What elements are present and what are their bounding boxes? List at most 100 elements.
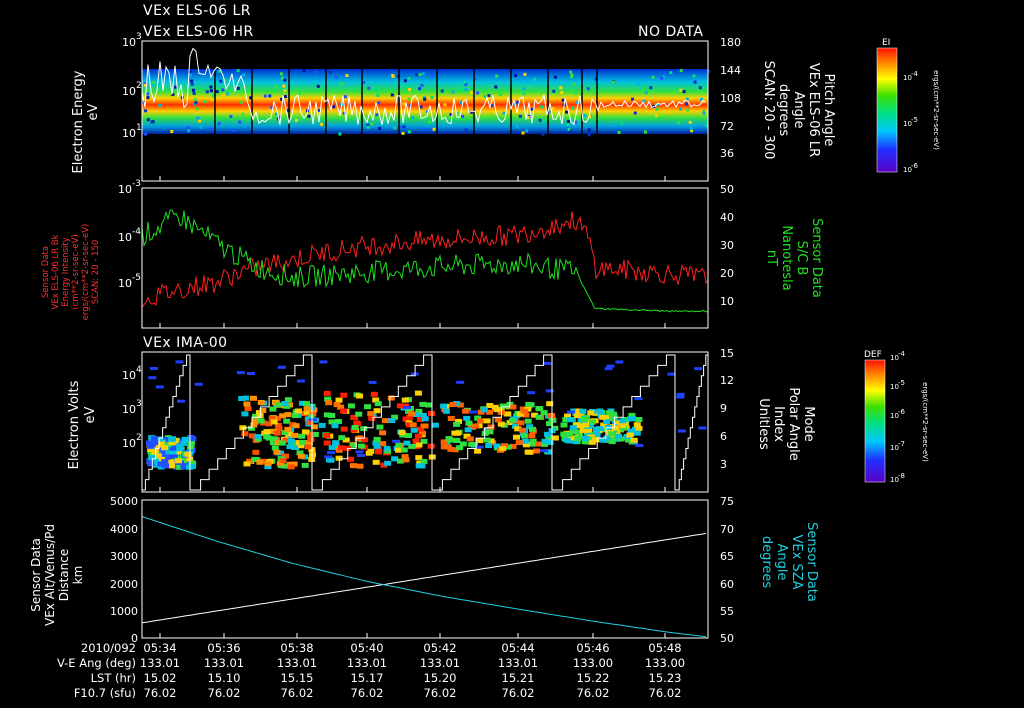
p3-rlabel4: Unitless <box>756 398 771 450</box>
ion-flux-cell <box>635 444 644 447</box>
speckle <box>314 70 318 74</box>
speckle <box>421 72 425 76</box>
ion-flux-cell <box>257 400 265 405</box>
ion-flux-cell <box>151 440 159 446</box>
speckle <box>186 126 190 130</box>
speckle <box>570 75 573 79</box>
speckle <box>411 116 415 120</box>
p4-rtick-0: 75 <box>720 495 734 508</box>
ion-flux-cell <box>308 418 317 422</box>
p1-rlabel5: SCAN: 20 - 300 <box>761 61 776 160</box>
cbar1-exp-0: -4 <box>911 70 919 78</box>
ion-flux-cell <box>407 411 415 417</box>
footer-times-6: 05:46 <box>576 641 609 655</box>
ion-flux-cell <box>526 449 534 455</box>
speckle <box>283 78 287 82</box>
ion-flux-cell <box>340 408 348 414</box>
speckle <box>298 91 302 95</box>
ion-flux-cell <box>524 418 532 424</box>
ion-flux-cell <box>529 426 536 432</box>
p4-ltick-1: 4000 <box>110 523 138 536</box>
p4-rtick-5: 50 <box>720 632 734 645</box>
ion-flux-cell <box>290 432 298 438</box>
ion-flux-cell <box>176 446 184 452</box>
speckle <box>698 86 702 90</box>
ion-flux-cell <box>615 433 623 439</box>
intensity-and-bfield-plot <box>141 187 709 329</box>
speckle <box>487 94 491 97</box>
ion-flux-cell <box>414 433 422 439</box>
speckle <box>565 110 568 114</box>
speckle <box>236 69 240 73</box>
ion-flux-cell <box>599 414 607 420</box>
speckle <box>663 79 667 83</box>
ion-flux-cell <box>279 413 287 419</box>
speckle <box>551 107 555 111</box>
speckle <box>170 130 174 133</box>
ion-flux-cell <box>356 393 364 399</box>
p2-rlabel4: nT <box>764 250 779 266</box>
ion-flux-cell <box>580 416 588 422</box>
p3-ytick-2: 10 <box>122 437 136 450</box>
speckle <box>587 133 591 137</box>
ion-flux-cell <box>347 403 355 409</box>
speckle <box>654 113 658 117</box>
ion-flux-cell <box>403 440 411 446</box>
speckle <box>574 91 578 95</box>
p4-llabel3: Distance <box>57 549 71 601</box>
ion-flux-cell <box>303 401 310 407</box>
ion-flux-cell <box>533 448 540 454</box>
speckle <box>282 84 286 88</box>
ion-flux-cell <box>368 380 377 384</box>
ion-flux-cell <box>543 361 552 365</box>
speckle <box>461 114 465 118</box>
header-line1: VEx ELS-06 LR <box>143 3 251 19</box>
speckle <box>470 91 474 95</box>
ion-flux-cell <box>517 420 525 426</box>
speckle <box>692 74 696 78</box>
ion-flux-cell <box>379 430 387 436</box>
footer-ve_ang-6: 133.00 <box>573 656 613 670</box>
cbar1-exp-2: -6 <box>911 162 919 170</box>
ion-flux-cell <box>328 445 336 451</box>
footer-lst-2: 15.15 <box>281 671 314 685</box>
speckle <box>525 80 529 83</box>
speckle <box>205 90 209 94</box>
ion-flux-cell <box>677 429 686 433</box>
ion-flux-cell <box>442 408 450 414</box>
ion-flux-cell <box>694 367 703 371</box>
ion-flux-cell <box>264 461 272 467</box>
p2-ltick-2: 10 <box>118 277 132 290</box>
speckle <box>340 81 344 85</box>
ion-flux-cell <box>403 406 411 409</box>
ion-flux-cell <box>298 433 306 439</box>
ion-flux-cell <box>368 415 376 421</box>
ion-flux-cell <box>468 410 477 414</box>
ion-flux-cell <box>468 441 476 447</box>
speckle <box>611 80 615 84</box>
speckle <box>443 103 447 107</box>
ion-flux-cell <box>445 436 453 442</box>
ion-flux-cell <box>466 436 474 442</box>
ion-flux-cell <box>420 459 428 464</box>
ion-flux-cell <box>398 430 406 436</box>
footer-times-3: 05:40 <box>350 641 383 655</box>
ion-flux-cell <box>447 446 455 452</box>
speckle <box>273 117 277 121</box>
p3-rlabel3: Index <box>771 406 786 442</box>
ion-flux-cell <box>528 433 536 439</box>
speckle <box>430 74 434 78</box>
ion-flux-cell <box>475 445 484 449</box>
p1-rlabel4: degrees <box>776 84 791 137</box>
p1-rtick-0: 180 <box>720 36 741 49</box>
ion-flux-cell <box>323 440 331 446</box>
ion-flux-cell <box>284 426 292 432</box>
ion-flux-cell <box>286 444 294 450</box>
p4-rtick-2: 65 <box>720 550 734 563</box>
p4-llabel4: km <box>71 566 85 585</box>
p1-ytick-0: 10 <box>122 36 136 49</box>
footer-times-1: 05:36 <box>207 641 240 655</box>
speckle <box>514 74 518 77</box>
speckle <box>215 90 219 94</box>
p4-ltick-3: 2000 <box>110 578 138 591</box>
